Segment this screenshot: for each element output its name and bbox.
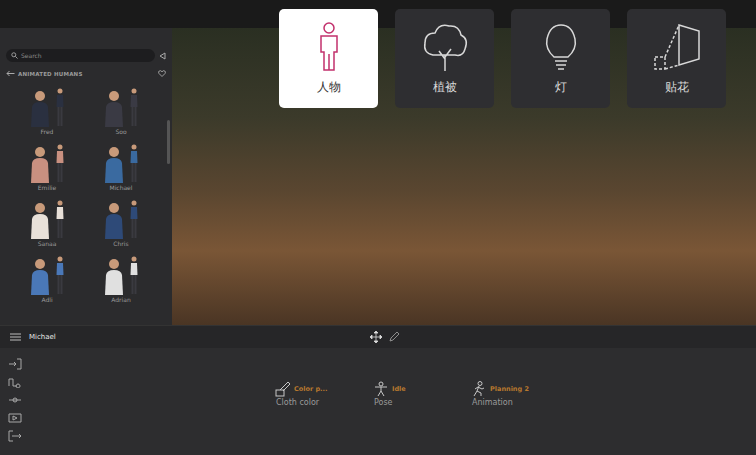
decal-icon	[651, 21, 703, 73]
human-figure-icon	[55, 143, 65, 183]
collapse-icon[interactable]	[159, 52, 166, 60]
human-name: Adli	[41, 296, 52, 304]
human-bust-icon	[103, 87, 125, 127]
human-bust-icon	[29, 199, 51, 239]
property-value: Idle	[392, 385, 406, 393]
category-tabs: 人物 植被 灯 贴花	[279, 9, 726, 108]
property-label: Pose	[373, 398, 429, 407]
person-icon	[309, 21, 349, 73]
human-figure-icon	[129, 143, 139, 183]
human-name: Fred	[41, 128, 54, 136]
human-thumbnail	[103, 251, 139, 295]
human-item[interactable]: Soo	[84, 83, 158, 136]
path-icon[interactable]	[8, 376, 22, 388]
search-row: Search	[0, 28, 172, 68]
human-item[interactable]: Emilie	[10, 139, 84, 192]
exit-icon[interactable]	[8, 430, 22, 442]
human-item[interactable]: Sanaa	[10, 195, 84, 248]
human-item[interactable]: Michael	[84, 139, 158, 192]
category-tab[interactable]: 人物	[279, 9, 378, 108]
human-name: Chris	[113, 240, 128, 248]
bulb-icon	[541, 21, 581, 73]
human-bust-icon	[103, 143, 125, 183]
human-figure-icon	[55, 199, 65, 239]
scrollbar[interactable]	[167, 120, 170, 164]
human-item[interactable]: Adli	[10, 251, 84, 304]
human-thumbnail	[29, 83, 65, 127]
property-value: Planning 2	[490, 385, 529, 393]
property-item[interactable]: Idle Pose	[373, 381, 429, 455]
human-figure-icon	[129, 199, 139, 239]
tree-icon	[419, 21, 471, 73]
category-tab[interactable]: 植被	[395, 9, 494, 108]
paint-icon	[275, 381, 291, 397]
properties-panel: Color p... Cloth color Idle Pose Planning 2 A…	[0, 348, 756, 455]
category-label: 人物	[317, 79, 341, 96]
search-icon	[11, 52, 18, 59]
human-item[interactable]: Chris	[84, 195, 158, 248]
human-thumbnail	[29, 195, 65, 239]
human-figure-icon	[55, 255, 65, 295]
human-figure-icon	[55, 87, 65, 127]
property-header: Planning 2	[471, 381, 529, 397]
human-item[interactable]: Fred	[10, 83, 84, 136]
human-bust-icon	[103, 255, 125, 295]
human-thumbnail	[103, 139, 139, 183]
human-name: Adrian	[111, 296, 130, 304]
search-placeholder: Search	[21, 52, 42, 59]
human-grid: Fred Soo Emilie Michael Sanaa Chris Adli Adrian	[0, 83, 172, 304]
human-thumbnail	[29, 139, 65, 183]
human-bust-icon	[29, 143, 51, 183]
category-tab[interactable]: 灯	[511, 9, 610, 108]
property-header: Idle	[373, 381, 429, 397]
menu-icon[interactable]	[10, 333, 21, 341]
human-name: Soo	[115, 128, 126, 136]
selected-object-name: Michael	[29, 333, 746, 341]
human-bust-icon	[103, 199, 125, 239]
human-figure-icon	[129, 255, 139, 295]
category-label: 贴花	[665, 79, 689, 96]
property-item[interactable]: Color p... Cloth color	[275, 381, 331, 455]
human-name: Sanaa	[38, 240, 57, 248]
property-item[interactable]: Planning 2 Animation	[471, 381, 529, 455]
human-bust-icon	[29, 255, 51, 295]
pose-icon	[373, 381, 389, 397]
move-icon[interactable]	[370, 331, 382, 343]
toolbar: Michael	[0, 325, 756, 348]
section-title: ANIMATED HUMANS	[18, 71, 155, 77]
enter-icon[interactable]	[8, 358, 22, 370]
human-thumbnail	[103, 195, 139, 239]
human-name: Michael	[110, 184, 133, 192]
pen-icon[interactable]	[388, 331, 400, 343]
back-arrow-icon[interactable]	[6, 70, 15, 77]
human-bust-icon	[29, 87, 51, 127]
property-list: Color p... Cloth color Idle Pose Planning 2 A…	[30, 348, 756, 455]
heart-icon[interactable]	[158, 70, 166, 77]
search-field[interactable]: Search	[6, 49, 155, 62]
human-name: Emilie	[38, 184, 56, 192]
human-thumbnail	[103, 83, 139, 127]
property-value: Color p...	[294, 385, 327, 393]
human-item[interactable]: Adrian	[84, 251, 158, 304]
property-label: Cloth color	[275, 398, 331, 407]
category-label: 植被	[433, 79, 457, 96]
library-panel: Search ANIMATED HUMANS Fred Soo Emilie Michae…	[0, 28, 172, 325]
link-icon[interactable]	[8, 394, 22, 406]
play-icon[interactable]	[8, 412, 22, 424]
app: Search ANIMATED HUMANS Fred Soo Emilie Michae…	[0, 0, 756, 455]
property-label: Animation	[471, 398, 529, 407]
section-header: ANIMATED HUMANS	[0, 68, 172, 83]
human-thumbnail	[29, 251, 65, 295]
category-tab[interactable]: 贴花	[627, 9, 726, 108]
side-icons	[0, 348, 30, 455]
human-figure-icon	[129, 87, 139, 127]
tool-group	[370, 331, 400, 343]
property-header: Color p...	[275, 381, 331, 397]
category-label: 灯	[555, 79, 567, 96]
running-icon	[471, 381, 487, 397]
